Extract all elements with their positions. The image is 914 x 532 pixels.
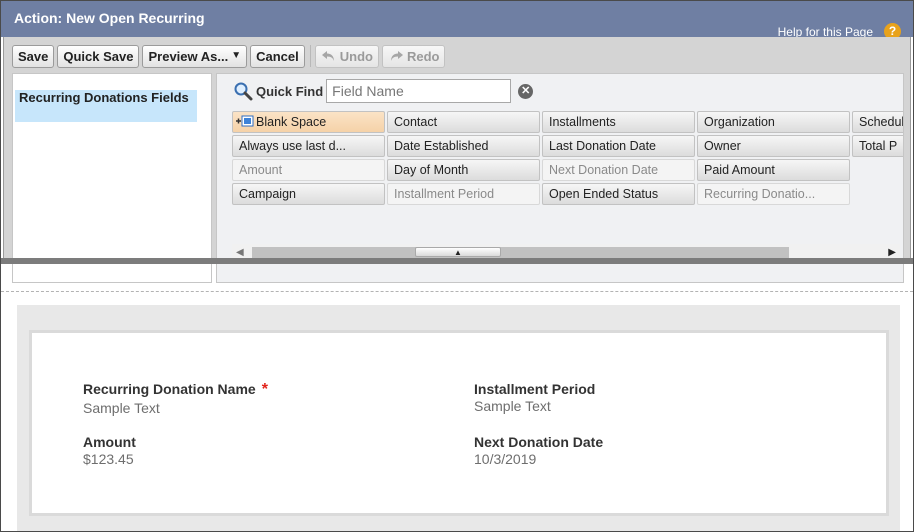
- field-label: Installment Period: [474, 381, 596, 397]
- undo-icon: [321, 51, 334, 61]
- palette-field[interactable]: Installment Period: [387, 183, 540, 205]
- palette-field-label: Amount: [239, 163, 283, 177]
- palette-field-label: Blank Space: [256, 115, 327, 129]
- field-grid: Blank Space Contact Installments Organizati…: [232, 111, 904, 207]
- palette-field[interactable]: Open Ended Status: [542, 183, 695, 205]
- palette-field[interactable]: Schedule: [852, 111, 904, 133]
- field-recurring-donation-name[interactable]: Recurring Donation Name * Sample Text: [83, 381, 268, 416]
- palette-divider: [1, 258, 913, 264]
- redo-icon: [390, 51, 403, 61]
- palette-field-label: Date Established: [394, 139, 489, 153]
- palette-field-label: Recurring Donatio...: [704, 187, 816, 201]
- palette-field[interactable]: Amount: [232, 159, 385, 181]
- category-item-recurring-donations-fields[interactable]: Recurring Donations Fields: [15, 90, 197, 122]
- quick-find: Quick Find ✕: [233, 78, 534, 104]
- preview-as-label: Preview As...: [148, 48, 229, 64]
- palette-field-label: Last Donation Date: [549, 139, 657, 153]
- collapse-palette-handle[interactable]: ▲: [415, 247, 501, 257]
- palette-field[interactable]: Next Donation Date: [542, 159, 695, 181]
- scroll-right-icon[interactable]: ▶: [888, 247, 896, 258]
- field-value: 10/3/2019: [474, 451, 537, 467]
- palette-field-label: Schedule: [859, 115, 904, 129]
- palette-field-label: Campaign: [239, 187, 296, 201]
- layout-palette: Save Quick Save Preview As... ▼ Cancel U…: [3, 37, 911, 283]
- palette-field-label: Owner: [704, 139, 741, 153]
- field-palette: Quick Find ✕ Blank Space Contact Installme…: [216, 73, 904, 283]
- palette-row: Always use last d... Date Established Last…: [232, 135, 903, 159]
- field-label: Amount: [83, 434, 136, 450]
- palette-field[interactable]: Blank Space: [232, 111, 385, 133]
- quick-save-button[interactable]: Quick Save: [57, 44, 140, 68]
- field-value: Sample Text: [474, 398, 551, 414]
- title-bar: Action: New Open Recurring Help for this…: [1, 1, 913, 40]
- palette-field[interactable]: Recurring Donatio...: [697, 183, 850, 205]
- save-button[interactable]: Save: [12, 44, 55, 68]
- palette-field-label: Always use last d...: [239, 139, 346, 153]
- palette-field-label: Open Ended Status: [549, 187, 659, 201]
- field-label: Recurring Donation Name *: [83, 381, 268, 398]
- layout-section: Recurring Donation Name * Sample Text Ins…: [29, 330, 889, 516]
- page-title: Action: New Open Recurring: [14, 10, 205, 26]
- palette-field[interactable]: Contact: [387, 111, 540, 133]
- palette-row: Blank Space Contact Installments Organizati…: [232, 111, 904, 135]
- redo-label: Redo: [406, 48, 440, 64]
- palette-field[interactable]: Installments: [542, 111, 695, 133]
- palette-field-label: Contact: [394, 115, 438, 129]
- cancel-button[interactable]: Cancel: [250, 44, 305, 68]
- preview-as-button[interactable]: Preview As... ▼: [142, 44, 248, 68]
- field-next-donation-date[interactable]: Next Donation Date 10/3/2019: [474, 434, 603, 467]
- palette-field[interactable]: Organization: [697, 111, 850, 133]
- field-value: $123.45: [83, 451, 134, 467]
- palette-field[interactable]: Last Donation Date: [542, 135, 695, 157]
- scroll-left-icon[interactable]: ◀: [236, 247, 244, 258]
- required-icon: *: [261, 381, 268, 398]
- app-window: Action: New Open Recurring Help for this…: [0, 0, 914, 532]
- palette-field-label: Installments: [549, 115, 616, 129]
- field-label: Next Donation Date: [474, 434, 604, 450]
- quick-find-input[interactable]: [326, 79, 512, 103]
- section-divider: [1, 291, 913, 292]
- quick-find-label: Quick Find: [256, 83, 324, 99]
- palette-row: Campaign Installment Period Open Ended Sta…: [232, 183, 903, 207]
- palette-field-label: Installment Period: [394, 187, 495, 201]
- palette-field-label: Paid Amount: [704, 163, 775, 177]
- palette-field[interactable]: Paid Amount: [697, 159, 850, 181]
- redo-button[interactable]: Redo: [381, 44, 446, 68]
- magnifier-icon: [234, 82, 253, 101]
- field-installment-period[interactable]: Installment Period Sample Text: [474, 381, 595, 414]
- palette-field-label: Next Donation Date: [549, 163, 659, 177]
- palette-field[interactable]: Always use last d...: [232, 135, 385, 157]
- clear-icon[interactable]: ✕: [518, 83, 534, 99]
- palette-field-label: Organization: [704, 115, 775, 129]
- toolbar-divider: [309, 45, 311, 67]
- field-amount[interactable]: Amount $123.45: [83, 434, 136, 467]
- palette-row: Amount Day of Month Next Donation Date Paid…: [232, 159, 903, 183]
- field-value: Sample Text: [83, 400, 160, 416]
- undo-button[interactable]: Undo: [314, 44, 379, 68]
- palette-field-label: Total P: [859, 139, 898, 153]
- chevron-down-icon: ▼: [231, 50, 242, 61]
- palette-field[interactable]: Campaign: [232, 183, 385, 205]
- category-list: Recurring Donations Fields: [12, 73, 212, 283]
- palette-field: [852, 159, 903, 181]
- palette-field[interactable]: Owner: [697, 135, 850, 157]
- palette-field: [852, 183, 903, 205]
- palette-field-label: Day of Month: [394, 163, 469, 177]
- blank-space-icon: [236, 115, 254, 127]
- chevron-up-icon: ▲: [454, 248, 462, 257]
- toolbar: Save Quick Save Preview As... ▼ Cancel U…: [12, 43, 448, 69]
- palette-field[interactable]: Day of Month: [387, 159, 540, 181]
- undo-label: Undo: [339, 48, 373, 64]
- palette-field[interactable]: Total P: [852, 135, 903, 157]
- palette-field[interactable]: Date Established: [387, 135, 540, 157]
